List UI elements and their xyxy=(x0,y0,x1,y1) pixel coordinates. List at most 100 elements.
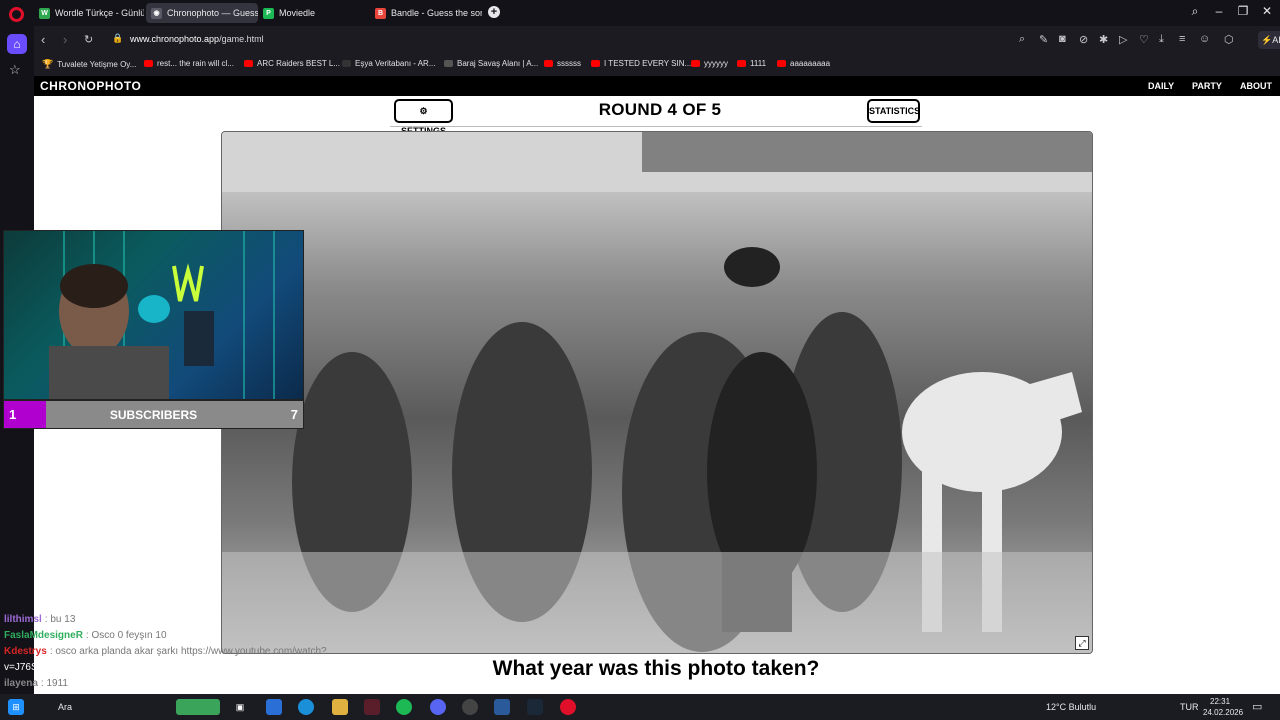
opera-gx-icon[interactable] xyxy=(364,699,380,715)
youtube-icon xyxy=(544,60,553,67)
tab-chronophoto[interactable]: ◉ Chronophoto — Guess the xyxy=(146,3,258,23)
wordle-icon: W xyxy=(39,7,50,19)
tab-wordle[interactable]: W Wordle Türkçe - Günlük K xyxy=(34,3,144,23)
nav-about[interactable]: ABOUT xyxy=(1240,81,1272,91)
bookmark-item[interactable]: aaaaaaaaa xyxy=(777,59,830,68)
bookmark-label: Tuvalete Yetişme Oy... xyxy=(57,60,137,69)
ai-button[interactable]: ⚡AI xyxy=(1258,31,1280,49)
widget-icon[interactable] xyxy=(176,699,220,715)
obs-icon[interactable] xyxy=(462,699,478,715)
weather-widget[interactable]: 12°C Bulutlu xyxy=(1046,702,1096,712)
back-icon[interactable]: ‹ xyxy=(41,32,45,47)
extensions-icon[interactable]: ✱ xyxy=(1099,33,1108,46)
minimize-icon[interactable]: – xyxy=(1209,4,1229,18)
tab-label: Moviedle xyxy=(279,8,316,18)
star-icon[interactable]: ☆ xyxy=(9,62,21,78)
folder-icon[interactable] xyxy=(332,699,348,715)
menu-icon[interactable]: ≡ xyxy=(1179,33,1185,45)
tab-moviedle[interactable]: P Moviedle xyxy=(258,3,368,23)
clock-date[interactable]: 24.02.2026 xyxy=(1203,708,1243,717)
bookmark-item[interactable]: ARC Raiders BEST L... xyxy=(244,59,340,68)
taskbar-search[interactable]: Ara xyxy=(58,702,72,712)
chat-message: FaslaMdesigneR: Osco 0 feyşın 10 xyxy=(4,628,434,644)
url-path: /game.html xyxy=(219,34,264,44)
statistics-button[interactable]: STATISTICS xyxy=(867,99,920,123)
opera-icon[interactable] xyxy=(560,699,576,715)
notification-icon[interactable]: ▭ xyxy=(1252,700,1262,713)
start-icon[interactable]: ⊞ xyxy=(8,699,24,715)
language-indicator[interactable]: TUR xyxy=(1180,702,1199,712)
close-icon[interactable]: ✕ xyxy=(1257,4,1277,18)
snapshot-icon[interactable]: ◙ xyxy=(1059,33,1066,45)
edit-icon[interactable]: ✎ xyxy=(1039,33,1048,46)
search-tabs-icon[interactable]: ⌕ xyxy=(1185,4,1205,19)
tab-bandle[interactable]: B Bandle - Guess the song. xyxy=(370,3,482,23)
historical-photo: ⤢ xyxy=(221,131,1093,654)
bookmark-item[interactable]: rest... the rain will cl... xyxy=(144,59,234,68)
app-icon[interactable] xyxy=(494,699,510,715)
address-bar: ‹ › ↻ 🔒 www.chronophoto.app/game.html ⌕ … xyxy=(34,26,1280,54)
opera-logo-icon[interactable] xyxy=(9,7,24,22)
chat-message: ilayena: 1911 xyxy=(4,676,434,692)
youtube-icon xyxy=(777,60,786,67)
task-view-icon[interactable]: ▣ xyxy=(232,699,248,715)
trophy-icon: 🏆 xyxy=(42,59,54,69)
adblock-icon[interactable]: ⊘ xyxy=(1079,33,1088,46)
bookmark-label: yyyyyy xyxy=(704,59,728,68)
site-brand[interactable]: CHRONOPHOTO xyxy=(40,79,141,93)
bookmark-item[interactable]: yyyyyy xyxy=(691,59,728,68)
url-host: www.chronophoto.app xyxy=(130,34,220,44)
youtube-icon xyxy=(737,60,746,67)
subscriber-label: SUBSCRIBERS xyxy=(109,408,198,422)
header-divider xyxy=(390,126,922,127)
search-icon[interactable]: ⌕ xyxy=(1019,33,1025,46)
nav-daily[interactable]: DAILY xyxy=(1148,81,1174,91)
spotify-icon[interactable] xyxy=(396,699,412,715)
download-icon[interactable]: ⤓ xyxy=(1159,33,1164,46)
home-icon[interactable]: ⌂ xyxy=(7,34,27,54)
bookmark-item[interactable]: 🏆 Tuvalete Yetişme Oy... xyxy=(42,59,136,70)
bookmark-label: ssssss xyxy=(557,59,581,68)
steam-icon[interactable] xyxy=(527,699,543,715)
chat-message: Kdestrys: osco arka planda akar şarkı ht… xyxy=(4,644,434,660)
expand-icon[interactable]: ⤢ xyxy=(1075,636,1089,650)
bookmark-item[interactable]: Baraj Savaş Alanı | A... xyxy=(444,59,538,68)
edge-icon[interactable] xyxy=(298,699,314,715)
bandle-icon: B xyxy=(375,7,386,19)
site-icon xyxy=(444,60,453,67)
bookmark-item[interactable]: Eşya Veritabanı - AR... xyxy=(342,59,435,68)
bookmark-label: 1111 xyxy=(750,59,767,68)
profile-icon[interactable]: ☺ xyxy=(1199,33,1210,45)
chat-text: : Osco 0 feyşın 10 xyxy=(85,630,167,641)
youtube-icon xyxy=(691,60,700,67)
camera-icon: ◉ xyxy=(151,7,162,19)
bookmark-item[interactable]: 1111 xyxy=(737,59,766,68)
reload-icon[interactable]: ↻ xyxy=(84,33,93,46)
lock-icon: 🔒 xyxy=(112,33,124,43)
photo-illustration xyxy=(222,132,1092,653)
heart-icon[interactable]: ♡ xyxy=(1139,33,1149,46)
settings-button[interactable]: ⚙ SETTINGS xyxy=(394,99,453,136)
nav-party[interactable]: PARTY xyxy=(1192,81,1222,91)
bookmark-item[interactable]: ssssss xyxy=(544,59,581,68)
tab-label: Wordle Türkçe - Günlük K xyxy=(55,8,144,18)
explorer-icon[interactable] xyxy=(266,699,282,715)
bookmark-item[interactable]: I TESTED EVERY SIN... xyxy=(591,59,691,68)
tab-label: Bandle - Guess the song. xyxy=(391,8,482,18)
site-header: CHRONOPHOTO DAILY PARTY ABOUT xyxy=(34,76,1280,96)
cube-icon[interactable]: ⬡ xyxy=(1224,33,1234,46)
chat-text: v=J76S6q_ETfo&list=RDJ76S6q_ETfo&start_r… xyxy=(4,662,285,673)
new-tab-button[interactable]: + xyxy=(488,6,500,18)
forward-icon[interactable]: › xyxy=(63,32,67,47)
clock-time[interactable]: 22:31 xyxy=(1210,697,1230,706)
bookmark-label: I TESTED EVERY SIN... xyxy=(604,59,692,68)
tab-bar: W Wordle Türkçe - Günlük K ◉ Chronophoto… xyxy=(0,0,1280,26)
site-icon xyxy=(342,60,351,67)
bookmark-label: ARC Raiders BEST L... xyxy=(257,59,340,68)
chat-text: : osco arka planda akar şarkı https://ww… xyxy=(49,646,327,657)
play-icon[interactable]: ▷ xyxy=(1119,33,1127,46)
subscriber-goal-bar: 1 SUBSCRIBERS 7 xyxy=(3,400,304,429)
url-field[interactable]: www.chronophoto.app/game.html xyxy=(130,34,264,44)
discord-icon[interactable] xyxy=(430,699,446,715)
restore-icon[interactable]: ❐ xyxy=(1233,4,1253,18)
